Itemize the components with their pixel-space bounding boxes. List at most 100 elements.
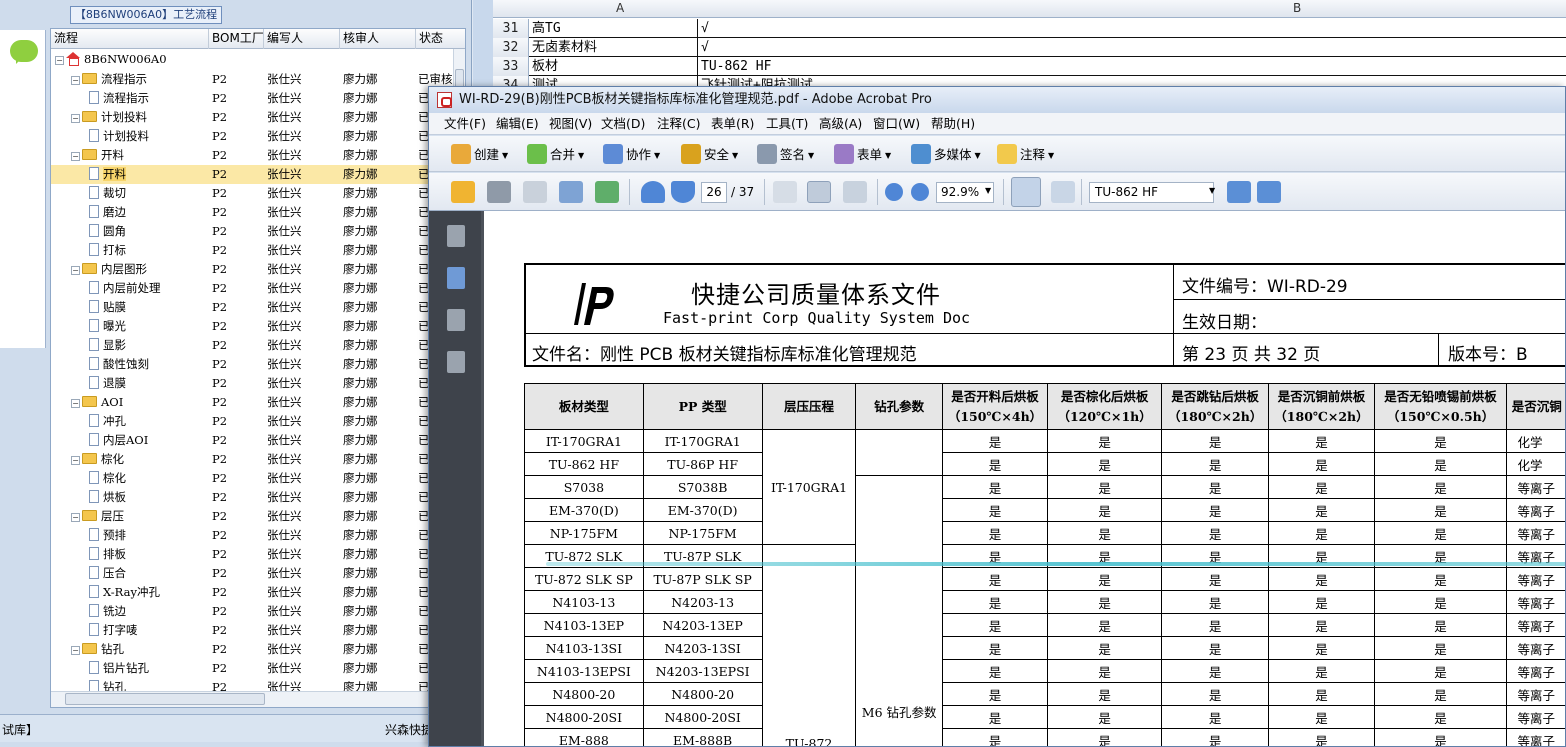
open-folder-icon[interactable] — [451, 181, 475, 203]
search-input[interactable]: TU-862 HF — [1089, 182, 1214, 203]
horizontal-scroll-thumb[interactable] — [65, 693, 265, 705]
tree-folder-row[interactable]: − AOI P2 张仕兴 廖力娜已 — [51, 393, 453, 412]
email-icon[interactable] — [559, 181, 583, 203]
collapse-toggle-icon[interactable]: − — [71, 399, 80, 408]
fit-width-icon[interactable] — [1011, 177, 1041, 207]
col-header-reviewer[interactable]: 核审人 — [340, 29, 416, 49]
menu-help[interactable]: 帮助(H) — [931, 116, 975, 134]
collapse-toggle-icon[interactable]: − — [71, 646, 80, 655]
tree-item-row[interactable]: 流程指示 P2 张仕兴 廖力娜已 — [51, 89, 453, 108]
save-icon[interactable] — [523, 181, 547, 203]
tree-item-row[interactable]: X-Ray冲孔 P2 张仕兴 廖力娜已 — [51, 583, 453, 602]
web-icon[interactable] — [595, 181, 619, 203]
find-previous-icon[interactable] — [1227, 181, 1251, 203]
acrobat-title-bar[interactable]: WI-RD-29(B)刚性PCB板材关键指标库标准化管理规范.pdf - Ado… — [429, 87, 1565, 113]
col-header-bom[interactable]: BOM工厂 — [209, 29, 264, 49]
tree-item-row[interactable]: 钻孔 P2 张仕兴 廖力娜已 — [51, 678, 453, 691]
tree-item-row[interactable]: 磨边 P2 张仕兴 廖力娜已 — [51, 203, 453, 222]
signatures-panel-icon[interactable] — [447, 351, 465, 373]
multimedia-button[interactable]: 多媒体 ▼ — [911, 144, 981, 166]
zoom-out-icon[interactable] — [885, 183, 903, 201]
menu-comment[interactable]: 注释(C) — [657, 116, 700, 134]
collapse-toggle-icon[interactable]: − — [71, 114, 80, 123]
tree-item-row[interactable]: 圆角 P2 张仕兴 廖力娜已 — [51, 222, 453, 241]
tree-item-row[interactable]: 打字唛 P2 张仕兴 廖力娜已 — [51, 621, 453, 640]
tree-item-row[interactable]: 压合 P2 张仕兴 廖力娜已 — [51, 564, 453, 583]
menu-window[interactable]: 窗口(W) — [873, 116, 920, 134]
tree-item-row[interactable]: 计划投料 P2 张仕兴 廖力娜已 — [51, 127, 453, 146]
tree-folder-row[interactable]: − 棕化 P2 张仕兴 廖力娜已 — [51, 450, 453, 469]
menu-edit[interactable]: 编辑(E) — [496, 116, 539, 134]
pdf-page[interactable]: 快捷公司质量体系文件 Fast-print Corp Quality Syste… — [484, 211, 1565, 746]
tree-folder-row[interactable]: − 钻孔 P2 张仕兴 廖力娜已 — [51, 640, 453, 659]
tree-root-row[interactable]: − 8B6NW006A0 — [51, 50, 453, 69]
sheet-row[interactable]: 32 无卤素材料 √ — [493, 38, 1566, 57]
find-next-icon[interactable] — [1257, 181, 1281, 203]
tree-folder-row[interactable]: − 开料 P2 张仕兴 廖力娜已 — [51, 146, 453, 165]
tree-item-row[interactable]: 显影 P2 张仕兴 廖力娜已 — [51, 336, 453, 355]
row-number[interactable]: 32 — [493, 38, 529, 57]
collapse-toggle-icon[interactable]: − — [71, 76, 80, 85]
collapse-toggle-icon[interactable]: − — [71, 513, 80, 522]
tree-item-row[interactable]: 酸性蚀刻 P2 张仕兴 廖力娜已 — [51, 355, 453, 374]
hand-tool-icon[interactable] — [807, 181, 831, 203]
menu-advanced[interactable]: 高级(A) — [819, 116, 862, 134]
tree-item-row[interactable]: 铣边 P2 张仕兴 廖力娜已 — [51, 602, 453, 621]
cell-a[interactable]: 高TG — [530, 19, 698, 38]
collapse-toggle-icon[interactable]: − — [71, 152, 80, 161]
tree-item-row[interactable]: 棕化 P2 张仕兴 廖力娜已 — [51, 469, 453, 488]
col-header-process[interactable]: 流程 — [51, 29, 209, 49]
tree-item-row[interactable]: 打标 P2 张仕兴 廖力娜已 — [51, 241, 453, 260]
tree-item-row[interactable]: 内层AOI P2 张仕兴 廖力娜已 — [51, 431, 453, 450]
tree-folder-row[interactable]: − 计划投料 P2 张仕兴 廖力娜已 — [51, 108, 453, 127]
column-b-header[interactable]: B — [1293, 1, 1301, 15]
layers-panel-icon[interactable] — [447, 309, 465, 331]
collapse-toggle-icon[interactable]: − — [55, 56, 64, 65]
comment-button[interactable]: 注释 ▼ — [997, 144, 1054, 166]
column-a-header[interactable]: A — [616, 1, 624, 15]
tree-folder-row[interactable]: − 流程指示 P2 张仕兴 廖力娜 已审核 — [51, 70, 453, 89]
collapse-toggle-icon[interactable]: − — [71, 266, 80, 275]
tree-item-row[interactable]: 冲孔 P2 张仕兴 廖力娜已 — [51, 412, 453, 431]
sign-button[interactable]: 签名 ▼ — [757, 144, 814, 166]
previous-page-icon[interactable] — [641, 181, 665, 203]
cell-b[interactable]: TU-862 HF — [699, 57, 1559, 76]
row-number[interactable]: 31 — [493, 19, 529, 38]
chat-bubble-icon[interactable] — [10, 40, 38, 64]
zoom-dropdown-icon[interactable]: ▼ — [985, 186, 991, 195]
secure-button[interactable]: 安全 ▼ — [681, 144, 738, 166]
row-number[interactable]: 33 — [493, 57, 529, 76]
select-cursor-icon[interactable] — [773, 181, 797, 203]
tree-item-row[interactable]: 烘板 P2 张仕兴 廖力娜已 — [51, 488, 453, 507]
tree-item-row[interactable]: 贴膜 P2 张仕兴 廖力娜已 — [51, 298, 453, 317]
combine-button[interactable]: 合并 ▼ — [527, 144, 584, 166]
tree-item-row[interactable]: 开料 P2 张仕兴 廖力娜已 — [51, 165, 453, 184]
tree-item-row[interactable]: 铝片钻孔 P2 张仕兴 廖力娜已 — [51, 659, 453, 678]
fit-page-icon[interactable] — [1051, 181, 1075, 203]
page-number-input[interactable]: 26 — [701, 182, 727, 203]
menu-view[interactable]: 视图(V) — [549, 116, 592, 134]
tree-item-row[interactable]: 裁切 P2 张仕兴 廖力娜已 — [51, 184, 453, 203]
sheet-row[interactable]: 31 高TG √ — [493, 19, 1566, 38]
col-header-status[interactable]: 状态 — [416, 29, 465, 49]
bookmarks-panel-icon[interactable] — [447, 267, 465, 289]
tree-item-row[interactable]: 内层前处理 P2 张仕兴 廖力娜已 — [51, 279, 453, 298]
tree-folder-row[interactable]: − 内层图形 P2 张仕兴 廖力娜已 — [51, 260, 453, 279]
tree-item-row[interactable]: 曝光 P2 张仕兴 廖力娜已 — [51, 317, 453, 336]
menu-tools[interactable]: 工具(T) — [766, 116, 808, 134]
cell-a[interactable]: 板材 — [530, 57, 698, 76]
forms-button[interactable]: 表单 ▼ — [834, 144, 891, 166]
next-page-icon[interactable] — [671, 181, 695, 203]
tree-item-row[interactable]: 排板 P2 张仕兴 廖力娜已 — [51, 545, 453, 564]
menu-file[interactable]: 文件(F) — [444, 116, 486, 134]
cell-b[interactable]: √ — [699, 38, 1559, 57]
menu-forms[interactable]: 表单(R) — [711, 116, 754, 134]
print-icon[interactable] — [487, 181, 511, 203]
search-dropdown-icon[interactable]: ▼ — [1209, 186, 1215, 195]
tree-item-row[interactable]: 退膜 P2 张仕兴 廖力娜已 — [51, 374, 453, 393]
cell-b[interactable]: √ — [699, 19, 1559, 38]
collaborate-button[interactable]: 协作 ▼ — [603, 144, 660, 166]
create-button[interactable]: 创建 ▼ — [451, 144, 508, 166]
tree-folder-row[interactable]: − 层压 P2 张仕兴 廖力娜已 — [51, 507, 453, 526]
zoom-tool-icon[interactable] — [843, 181, 867, 203]
